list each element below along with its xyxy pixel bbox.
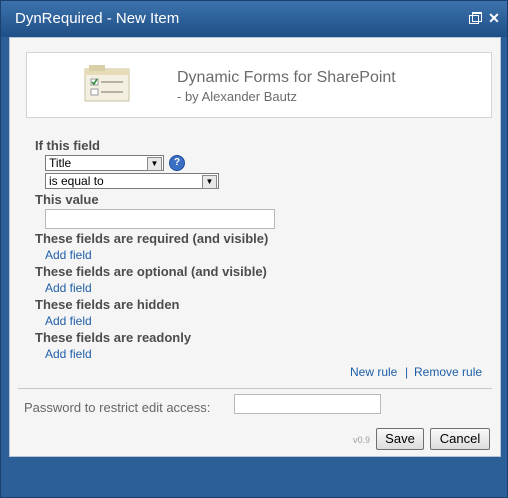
add-readonly-field-link[interactable]: Add field [45, 347, 92, 361]
dialog-window: DynRequired - New Item ✕ Dynamic Forms f… [0, 0, 508, 498]
title-bar: DynRequired - New Item ✕ [1, 1, 507, 37]
field-select[interactable]: Title ▼ [45, 155, 164, 171]
app-author: - by Alexander Bautz [177, 89, 297, 104]
field-select-value: Title [49, 156, 72, 170]
hidden-fields-label: These fields are hidden [35, 297, 180, 312]
rule-link-separator: | [405, 365, 409, 379]
version-label: v0.9 [353, 435, 371, 445]
dialog-content: Dynamic Forms for SharePoint - by Alexan… [9, 37, 501, 457]
close-icon[interactable]: ✕ [487, 11, 501, 25]
password-label: Password to restrict edit access: [24, 400, 211, 415]
this-value-label: This value [35, 192, 99, 207]
app-title: Dynamic Forms for SharePoint [177, 69, 396, 86]
add-hidden-field-link[interactable]: Add field [45, 314, 92, 328]
divider [18, 388, 492, 389]
add-required-field-link[interactable]: Add field [45, 248, 92, 262]
save-button[interactable]: Save [376, 428, 424, 450]
password-input[interactable] [234, 394, 381, 414]
form-header: Dynamic Forms for SharePoint - by Alexan… [26, 52, 492, 118]
restore-icon[interactable] [468, 11, 482, 25]
this-value-input[interactable] [45, 209, 275, 229]
optional-fields-label: These fields are optional (and visible) [35, 264, 267, 279]
remove-rule-link[interactable]: Remove rule [414, 365, 482, 379]
if-field-label: If this field [35, 138, 100, 153]
add-optional-field-link[interactable]: Add field [45, 281, 92, 295]
chevron-down-icon: ▼ [147, 157, 162, 171]
help-icon[interactable]: ? [169, 155, 185, 171]
operator-select[interactable]: is equal to ▼ [45, 173, 219, 189]
window-title: DynRequired - New Item [15, 10, 180, 27]
readonly-fields-label: These fields are readonly [35, 330, 192, 345]
form-logo-icon [84, 65, 130, 102]
required-fields-label: These fields are required (and visible) [35, 231, 269, 246]
operator-select-value: is equal to [49, 174, 104, 188]
new-rule-link[interactable]: New rule [350, 365, 397, 379]
cancel-button[interactable]: Cancel [430, 428, 490, 450]
chevron-down-icon: ▼ [202, 175, 217, 189]
